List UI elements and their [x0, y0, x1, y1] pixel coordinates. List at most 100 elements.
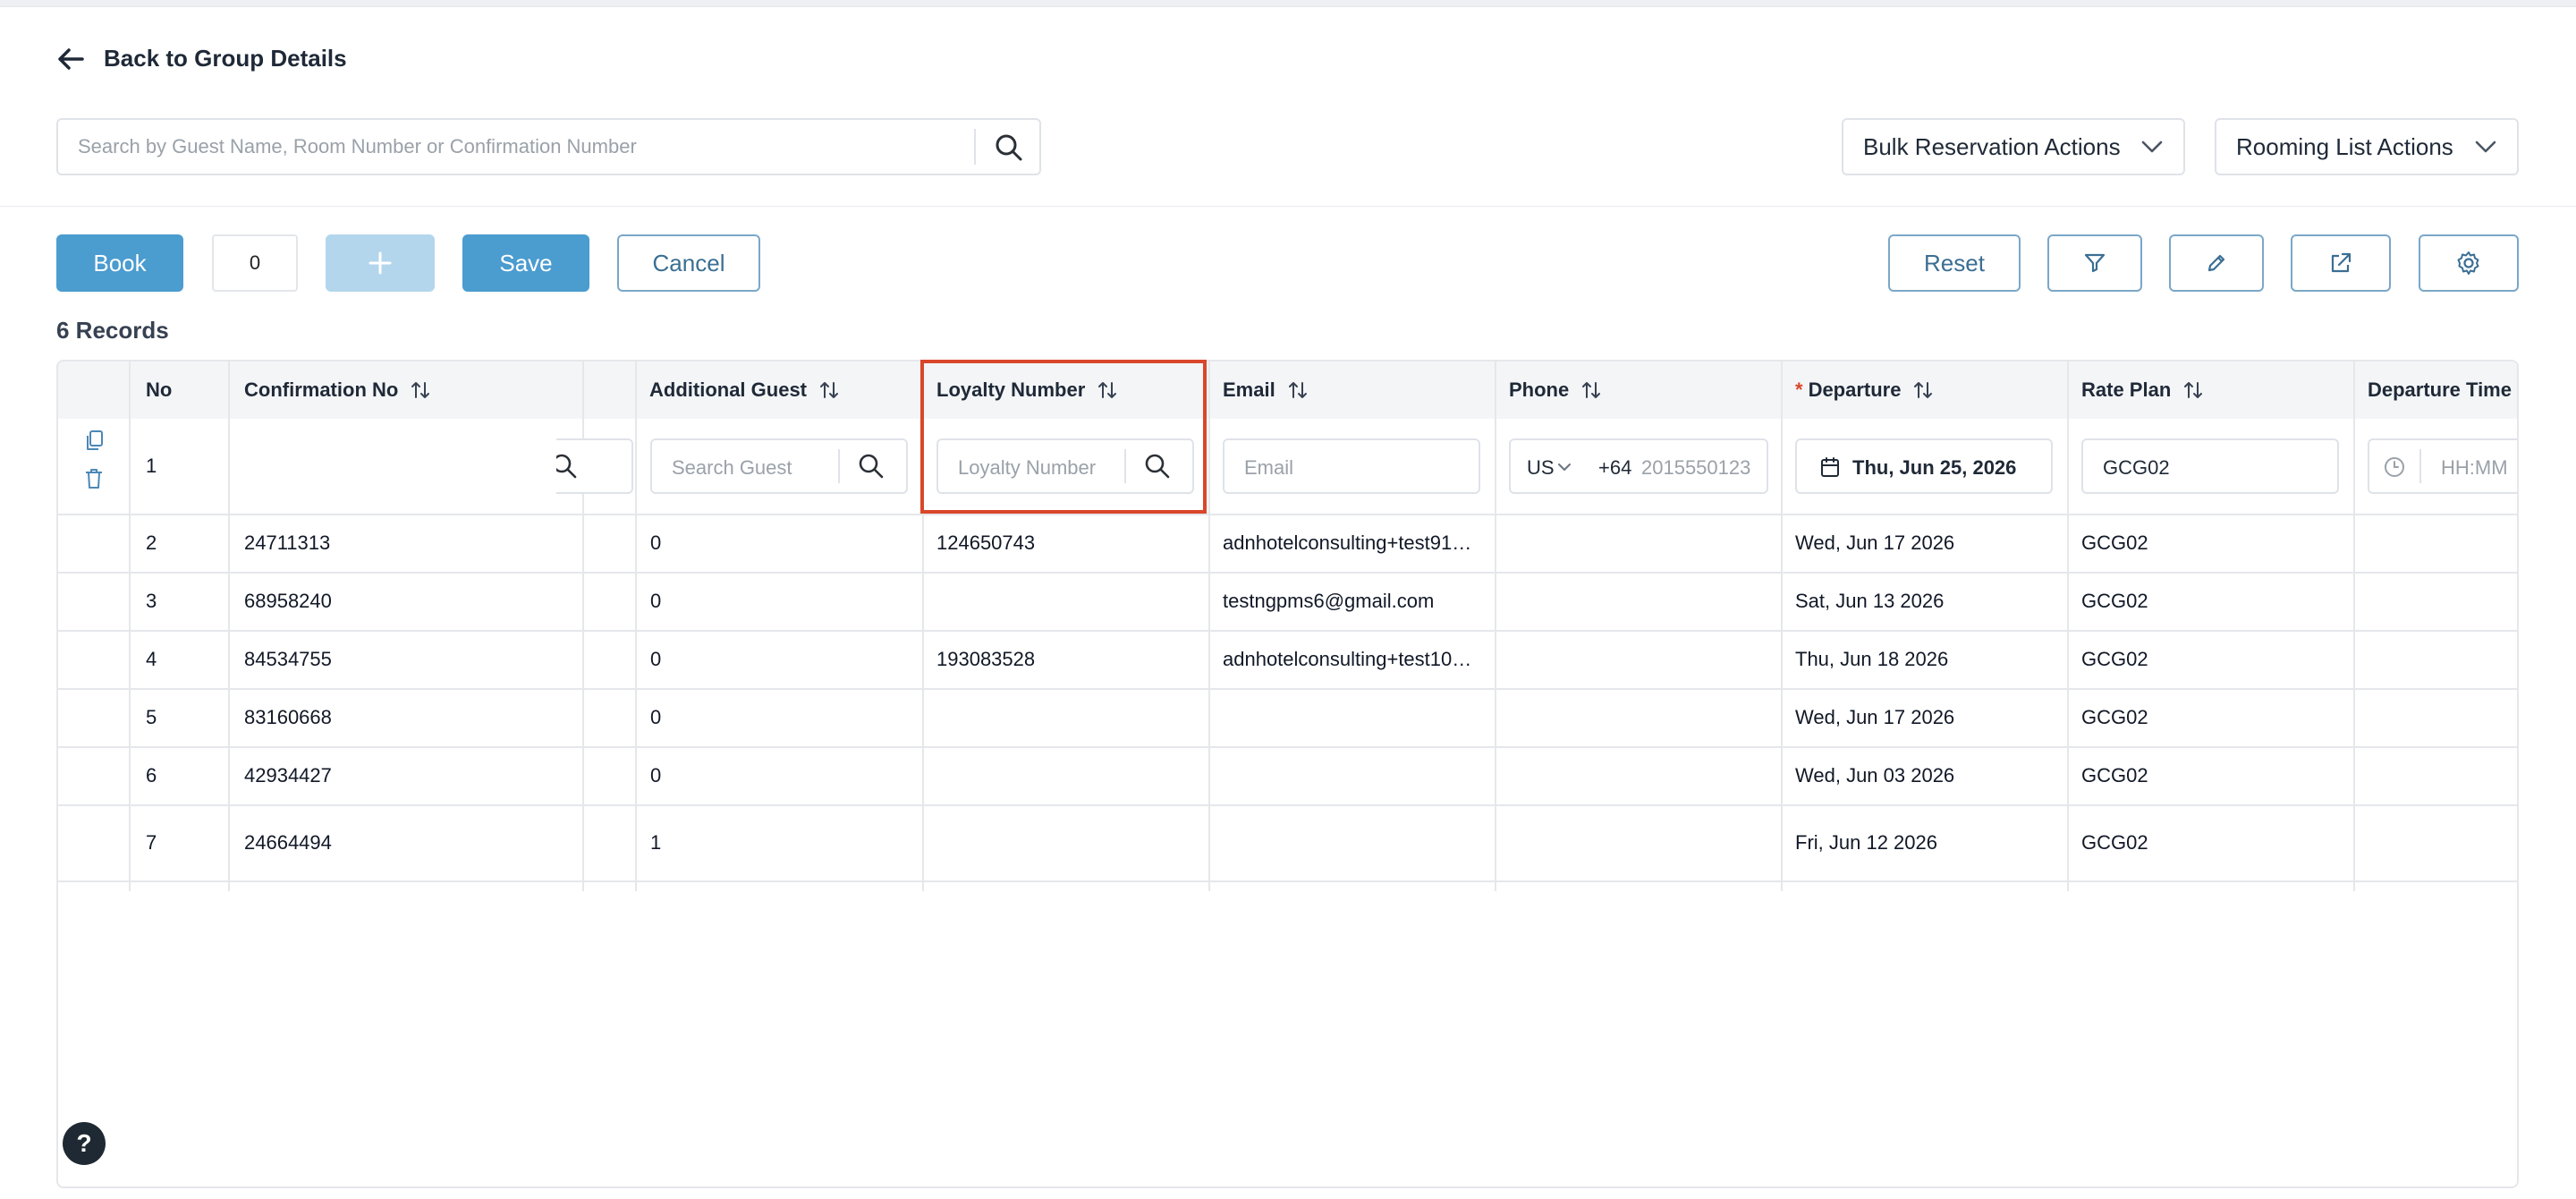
loyalty-number-field[interactable]: Loyalty Number	[936, 438, 1194, 494]
rate-plan-value: GCG02	[2103, 456, 2170, 479]
sort-icon[interactable]	[1913, 380, 1933, 400]
save-button[interactable]: Save	[462, 234, 589, 292]
row-number: 7	[146, 831, 157, 854]
confirmation-number[interactable]: 42934427	[244, 764, 332, 787]
row-number: 5	[146, 706, 157, 728]
email-field[interactable]: Email	[1223, 438, 1480, 494]
section-divider	[0, 206, 2576, 207]
email-placeholder: Email	[1244, 456, 1294, 479]
search-icon[interactable]	[1144, 453, 1171, 480]
bulk-reservation-actions-dropdown[interactable]: Bulk Reservation Actions	[1842, 118, 2185, 175]
row-divider	[58, 880, 2517, 882]
phone-placeholder: 2015550123	[1641, 456, 1751, 479]
book-button[interactable]: Book	[56, 234, 183, 292]
required-marker: *	[1795, 378, 1803, 401]
confirmation-number[interactable]: 24664494	[244, 831, 332, 855]
sort-icon[interactable]	[2183, 380, 2203, 400]
sort-icon[interactable]	[411, 380, 430, 400]
edit-button[interactable]	[2169, 234, 2264, 292]
guest-search-field-partial[interactable]	[556, 438, 633, 494]
column-header-additional-guest[interactable]: Additional Guest	[649, 361, 839, 419]
phone-country-select[interactable]: US	[1527, 456, 1555, 480]
loyalty-number: 124650743	[936, 531, 1036, 554]
column-header-phone[interactable]: Phone	[1509, 361, 1601, 419]
additional-guest-count: 0	[650, 531, 662, 554]
search-icon[interactable]	[858, 453, 885, 480]
quantity-field[interactable]: 0	[212, 234, 298, 292]
row-number: 2	[146, 531, 157, 554]
guest-search-placeholder: Search Guest	[672, 456, 792, 479]
settings-button[interactable]	[2419, 234, 2519, 292]
filter-icon	[2083, 251, 2106, 275]
departure-date: Wed, Jun 17 2026	[1795, 531, 1955, 554]
reset-button[interactable]: Reset	[1888, 234, 2021, 292]
row-number: 4	[146, 648, 157, 670]
copy-icon[interactable]	[83, 429, 105, 453]
reservations-table: No Confirmation No Additional Guest Loya…	[56, 360, 2519, 1188]
trash-icon[interactable]	[83, 467, 105, 490]
table-header-row: No Confirmation No Additional Guest Loya…	[58, 361, 2517, 419]
confirmation-number[interactable]: 24711313	[244, 531, 330, 555]
additional-guest-search-field[interactable]: Search Guest	[650, 438, 908, 494]
column-header-confirmation[interactable]: Confirmation No	[244, 361, 430, 419]
departure-date-field[interactable]: Thu, Jun 25, 2026	[1795, 438, 2053, 494]
sort-icon[interactable]	[1581, 380, 1601, 400]
confirmation-number[interactable]: 83160668	[244, 706, 332, 729]
column-divider	[922, 361, 924, 891]
phone-field[interactable]: US +64 2015550123	[1509, 438, 1768, 494]
additional-guest-count: 1	[650, 831, 662, 854]
sort-icon[interactable]	[1288, 380, 1308, 400]
rooming-list-actions-dropdown[interactable]: Rooming List Actions	[2215, 118, 2519, 175]
arrow-left-icon	[57, 47, 84, 71]
new-row-frozen-area	[58, 419, 582, 515]
column-header-departure-time[interactable]: Departure Time	[2368, 361, 2517, 419]
confirmation-number[interactable]: 84534755	[244, 648, 332, 671]
sort-icon[interactable]	[819, 380, 839, 400]
loyalty-number: 193083528	[936, 648, 1036, 670]
column-divider	[1495, 361, 1496, 891]
column-header-departure[interactable]: * Departure	[1795, 361, 1933, 419]
column-header-rate-plan[interactable]: Rate Plan	[2081, 361, 2203, 419]
column-header-no: No	[146, 378, 173, 401]
column-divider	[129, 361, 131, 891]
help-button[interactable]: ?	[63, 1122, 106, 1165]
email: adnhotelconsulting+test10…	[1223, 648, 1472, 670]
cancel-button[interactable]: Cancel	[617, 234, 760, 292]
field-divider	[2419, 449, 2421, 483]
row-number: 6	[146, 764, 157, 787]
column-divider	[228, 361, 230, 891]
chevron-down-icon	[1557, 462, 1572, 472]
pencil-icon	[2205, 251, 2228, 275]
row-divider	[58, 630, 2517, 632]
rate-plan: GCG02	[2081, 764, 2148, 787]
guest-search-input[interactable]	[78, 120, 972, 174]
column-header-loyalty-number[interactable]: Loyalty Number	[936, 361, 1117, 419]
rate-plan: GCG02	[2081, 648, 2148, 670]
column-divider	[1208, 361, 1210, 891]
back-to-group-details-link[interactable]: Back to Group Details	[57, 45, 347, 72]
row-divider	[58, 804, 2517, 806]
add-row-button[interactable]	[326, 234, 435, 292]
loyalty-placeholder: Loyalty Number	[958, 456, 1097, 479]
back-link-label: Back to Group Details	[104, 45, 347, 72]
departure-date: Wed, Jun 17 2026	[1795, 706, 1955, 728]
additional-guest-count: 0	[650, 648, 662, 670]
search-icon[interactable]	[994, 132, 1024, 163]
export-button[interactable]	[2291, 234, 2391, 292]
column-divider	[635, 361, 637, 891]
departure-time-field[interactable]: HH:MM	[2368, 438, 2517, 494]
filter-button[interactable]	[2047, 234, 2142, 292]
chevron-down-icon	[2140, 140, 2164, 154]
gear-icon	[2455, 250, 2482, 276]
confirmation-number[interactable]: 68958240	[244, 590, 332, 613]
rate-plan: GCG02	[2081, 590, 2148, 612]
rate-plan-field[interactable]: GCG02	[2081, 438, 2339, 494]
column-divider	[1781, 361, 1783, 891]
sort-icon[interactable]	[1097, 380, 1117, 400]
column-header-email[interactable]: Email	[1223, 361, 1308, 419]
additional-guest-count: 0	[650, 590, 662, 612]
records-count: 6 Records	[56, 317, 169, 344]
departure-date: Thu, Jun 18 2026	[1795, 648, 1949, 670]
field-divider	[1124, 449, 1126, 483]
search-icon[interactable]	[556, 453, 578, 480]
